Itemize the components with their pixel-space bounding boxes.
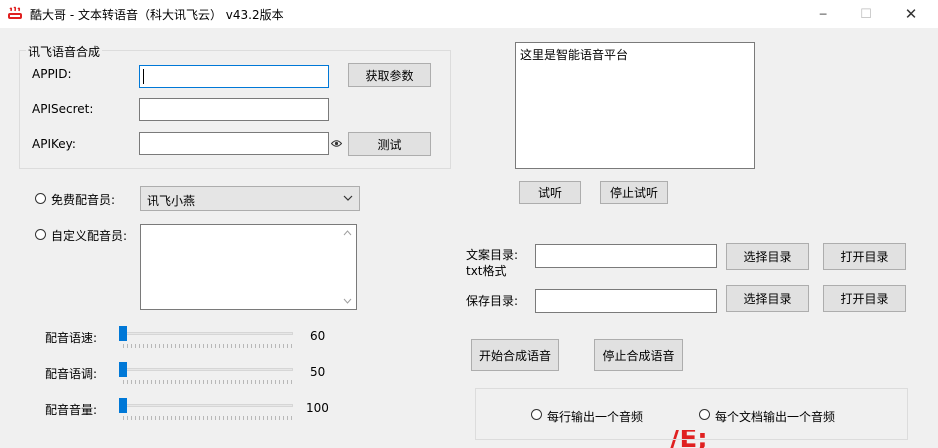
preview-textarea[interactable]: 这里是智能语音平台: [515, 42, 755, 169]
per-doc-label: 每个文档输出一个音频: [715, 410, 836, 424]
window-title: 酷大哥 - 文本转语音（科大讯飞云） v43.2版本: [30, 8, 284, 22]
free-voice-label: 免费配音员:: [51, 193, 116, 207]
volume-slider-track[interactable]: [121, 404, 293, 407]
choose-save-dir-button-label: 选择目录: [743, 292, 792, 306]
choose-save-dir-button[interactable]: 选择目录: [726, 285, 809, 312]
test-button[interactable]: 测试: [348, 132, 431, 156]
custom-voice-label: 自定义配音员:: [51, 229, 128, 243]
volume-slider-thumb[interactable]: [119, 398, 127, 413]
text-dir-format-label: txt格式: [466, 264, 507, 278]
volume-value: 100: [306, 401, 329, 415]
per-line-label: 每行输出一个音频: [547, 410, 644, 424]
open-save-dir-button[interactable]: 打开目录: [823, 285, 906, 312]
speed-slider-thumb[interactable]: [119, 326, 127, 341]
custom-voice-textarea[interactable]: [140, 224, 357, 310]
per-doc-radio[interactable]: [699, 409, 710, 420]
stop-synthesis-button[interactable]: 停止合成语音: [594, 339, 683, 371]
choose-text-dir-button-label: 选择目录: [743, 250, 792, 264]
pitch-slider-thumb[interactable]: [119, 362, 127, 377]
maximize-button[interactable]: ☐: [843, 0, 889, 28]
custom-voice-radio[interactable]: [35, 229, 46, 240]
save-dir-input[interactable]: [535, 289, 717, 313]
stop-listen-button[interactable]: 停止试听: [600, 181, 668, 204]
minimize-button[interactable]: ─: [800, 0, 846, 28]
free-voice-select[interactable]: 讯飞小燕: [140, 186, 360, 211]
open-text-dir-button[interactable]: 打开目录: [823, 243, 906, 270]
choose-text-dir-button[interactable]: 选择目录: [726, 243, 809, 270]
app-logo-icon: [8, 6, 22, 19]
stop-synthesis-button-label: 停止合成语音: [602, 348, 675, 363]
speed-slider-track[interactable]: [121, 332, 293, 335]
apisecret-input[interactable]: [139, 98, 329, 121]
start-synthesis-button[interactable]: 开始合成语音: [471, 339, 559, 371]
close-icon: ✕: [904, 5, 918, 23]
text-caret: [143, 69, 144, 84]
appid-label: APPID:: [32, 67, 72, 81]
credentials-group-label: 讯飞语音合成: [26, 43, 103, 60]
save-dir-label: 保存目录:: [466, 294, 519, 308]
custom-voice-scrollbar[interactable]: [339, 225, 356, 309]
speed-label: 配音语速:: [45, 331, 98, 345]
maximize-icon: ☐: [860, 6, 872, 22]
test-button-label: 测试: [377, 137, 402, 152]
apikey-label: APIKey:: [32, 137, 76, 151]
volume-label: 配音音量:: [45, 403, 98, 417]
listen-button-label: 试听: [537, 186, 562, 200]
chevron-down-icon: [343, 195, 353, 201]
appid-input[interactable]: [139, 65, 329, 88]
text-dir-input[interactable]: [535, 244, 717, 268]
apikey-input[interactable]: [139, 132, 329, 155]
text-dir-label: 文案目录:: [466, 248, 519, 262]
open-save-dir-button-label: 打开目录: [840, 292, 889, 306]
pitch-value: 50: [310, 365, 326, 379]
pitch-slider-track[interactable]: [121, 368, 293, 371]
stop-listen-button-label: 停止试听: [609, 186, 658, 200]
scroll-down-icon[interactable]: [343, 298, 352, 304]
pitch-label: 配音语调:: [45, 367, 98, 381]
minimize-icon: ─: [819, 7, 827, 21]
volume-slider-ticks: [123, 416, 293, 420]
open-text-dir-button-label: 打开目录: [840, 250, 889, 264]
close-button[interactable]: ✕: [888, 0, 934, 28]
pitch-slider-ticks: [123, 380, 293, 384]
get-params-button-label: 获取参数: [365, 68, 414, 83]
preview-text: 这里是智能语音平台: [520, 48, 629, 62]
apisecret-label: APISecret:: [32, 102, 94, 116]
per-line-radio[interactable]: [531, 409, 542, 420]
show-password-eye-icon[interactable]: [331, 139, 342, 148]
get-params-button[interactable]: 获取参数: [348, 63, 431, 87]
listen-button[interactable]: 试听: [519, 181, 581, 204]
scroll-up-icon[interactable]: [343, 230, 352, 236]
title-bar: 酷大哥 - 文本转语音（科大讯飞云） v43.2版本 ─ ☐ ✕: [0, 0, 938, 28]
free-voice-radio[interactable]: [35, 193, 46, 204]
speed-value: 60: [310, 329, 326, 343]
start-synthesis-button-label: 开始合成语音: [478, 348, 551, 363]
speed-slider-ticks: [123, 344, 293, 348]
free-voice-selected: 讯飞小燕: [147, 194, 196, 208]
